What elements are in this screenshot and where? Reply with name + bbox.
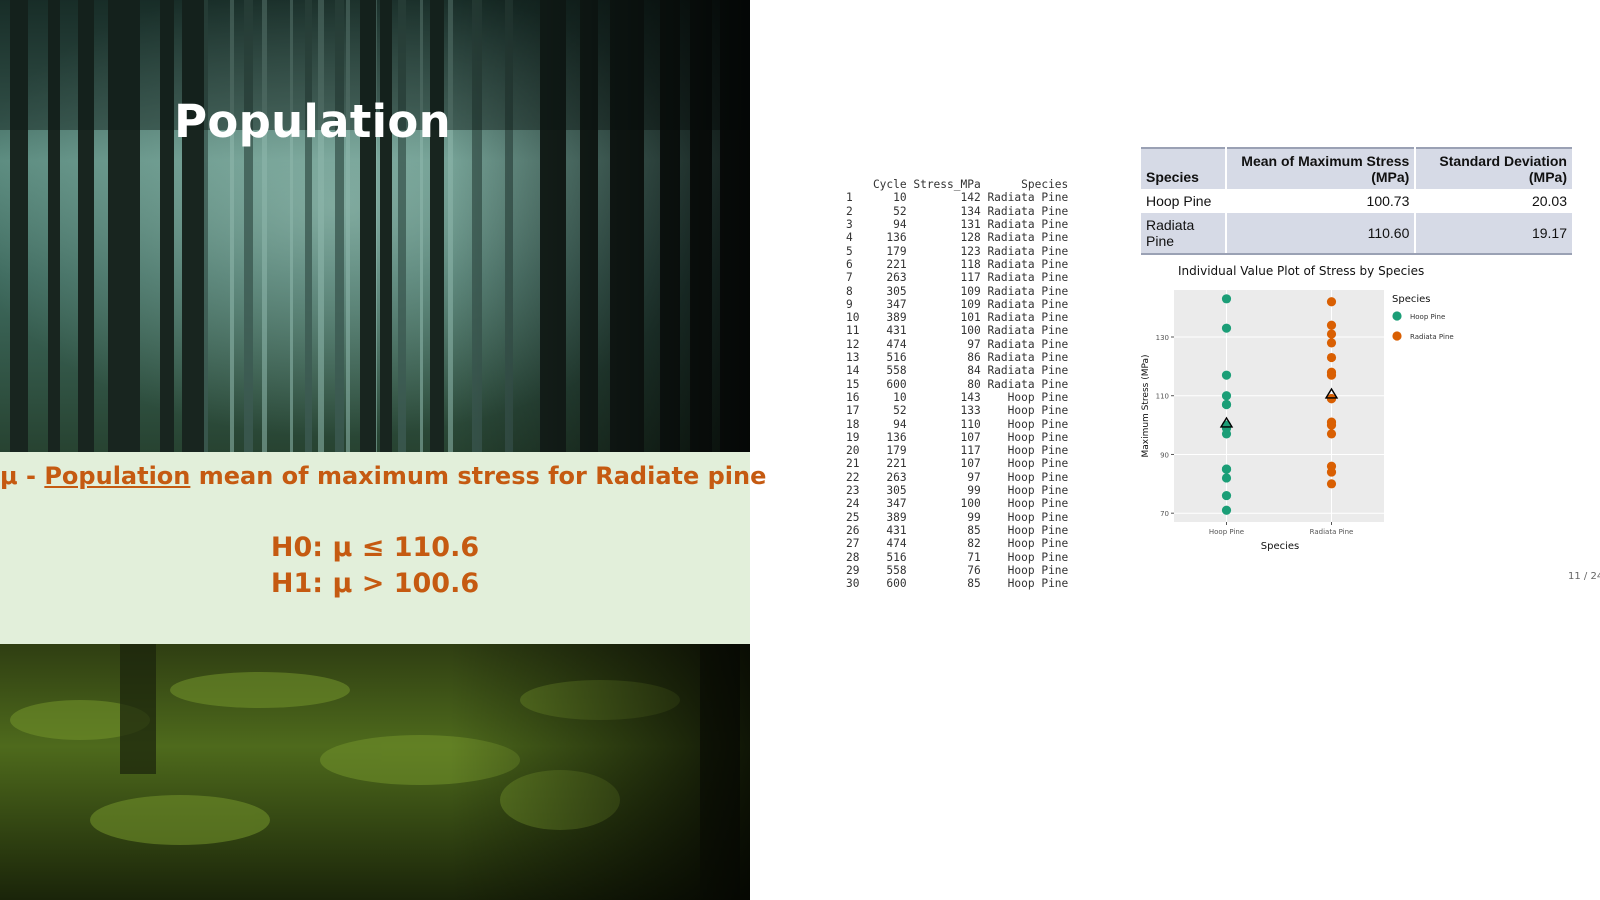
raw-table-row: 16 10 143 Hoop Pine — [846, 390, 1069, 404]
legend: Species Hoop Pine Radiata Pine — [1392, 294, 1454, 341]
mu-prefix: μ - — [0, 462, 45, 490]
raw-table-row: 19 136 107 Hoop Pine — [846, 430, 1069, 444]
summary-header-row: Species Mean of Maximum Stress (MPa) Sta… — [1141, 147, 1572, 189]
raw-table-row: 29 558 76 Hoop Pine — [846, 563, 1069, 577]
raw-table-row: 30 600 85 Hoop Pine — [846, 577, 1069, 591]
mean-header: Mean of Maximum Stress (MPa) — [1226, 147, 1417, 189]
data-point — [1221, 490, 1232, 501]
raw-table-row: 5 179 123 Radiata Pine — [846, 244, 1069, 258]
y-tick-label: 130 — [1156, 334, 1169, 342]
sd-cell: 19.17 — [1415, 213, 1572, 255]
data-point — [1326, 467, 1337, 477]
legend-marker — [1392, 331, 1402, 341]
raw-table-row: 22 263 97 Hoop Pine — [846, 470, 1069, 484]
summary-row: Hoop Pine 100.73 20.03 — [1141, 189, 1572, 213]
raw-table-row: 17 52 133 Hoop Pine — [846, 404, 1069, 418]
data-point — [1221, 370, 1232, 380]
chart-title: Individual Value Plot of Stress by Speci… — [1178, 264, 1424, 278]
raw-table-row: 4 136 128 Radiata Pine — [846, 231, 1069, 245]
raw-table-row: 26 431 85 Hoop Pine — [846, 523, 1069, 537]
raw-table-row: 1 10 142 Radiata Pine — [846, 191, 1069, 205]
plot-panel — [1174, 290, 1384, 522]
raw-table-row: 15 600 80 Radiata Pine — [846, 377, 1069, 391]
individual-value-plot: Individual Value Plot of Stress by Speci… — [1141, 264, 1454, 552]
raw-table-header: Cycle Stress_MPa Species — [872, 178, 1069, 192]
null-hypothesis: H0: μ ≤ 110.6 — [270, 532, 480, 563]
species-header: Species — [1141, 147, 1228, 189]
species-cell: Hoop Pine — [1141, 189, 1228, 213]
data-point — [1326, 352, 1337, 363]
data-point — [1326, 479, 1337, 489]
summary-row: Radiata Pine 110.60 19.17 — [1141, 213, 1572, 255]
alternative-hypothesis: H1: μ > 100.6 — [270, 568, 480, 599]
data-point — [1221, 391, 1232, 401]
x-tick-label: Hoop Pine — [1209, 528, 1244, 536]
raw-table-row: 3 94 131 Radiata Pine — [846, 218, 1069, 232]
data-point — [1326, 420, 1337, 430]
raw-table-row: 6 221 118 Radiata Pine — [846, 257, 1069, 271]
summary-table: Species Mean of Maximum Stress (MPa) Sta… — [1141, 147, 1572, 255]
sd-header: Standard Deviation (MPa) — [1415, 147, 1572, 189]
data-point — [1221, 399, 1232, 410]
data-point — [1221, 323, 1232, 333]
data-point — [1221, 505, 1232, 515]
raw-table-row: 28 516 71 Hoop Pine — [846, 550, 1069, 564]
page-number: 11 / 24 — [1568, 571, 1600, 582]
raw-table-row: 8 305 109 Radiata Pine — [846, 284, 1069, 298]
legend-label: Radiata Pine — [1410, 333, 1454, 341]
y-tick-label: 90 — [1160, 451, 1169, 459]
species-cell: Radiata Pine — [1141, 213, 1228, 255]
raw-table-row: 21 221 107 Hoop Pine — [846, 457, 1069, 471]
raw-table-row: 18 94 110 Hoop Pine — [846, 417, 1069, 431]
sd-cell: 20.03 — [1531, 193, 1567, 209]
x-axis-label: Species — [1261, 541, 1300, 552]
data-point — [1326, 329, 1337, 339]
data-point — [1221, 464, 1232, 474]
legend-title: Species — [1392, 294, 1431, 305]
legend-label: Hoop Pine — [1410, 313, 1445, 321]
mean-cell: 100.73 — [1226, 189, 1417, 213]
data-point — [1221, 423, 1232, 433]
data-point — [1326, 429, 1337, 439]
raw-table-row: 12 474 97 Radiata Pine — [846, 337, 1069, 351]
raw-table-row: 7 263 117 Radiata Pine — [846, 271, 1069, 285]
raw-table-row: 25 389 99 Hoop Pine — [846, 510, 1069, 524]
raw-table-row: 23 305 99 Hoop Pine — [846, 484, 1069, 498]
data-point — [1221, 473, 1232, 483]
raw-table-row: 24 347 100 Hoop Pine — [846, 497, 1069, 511]
slide-title: Population — [174, 95, 451, 148]
raw-table-row: 13 516 86 Radiata Pine — [846, 351, 1069, 365]
raw-table-row: 20 179 117 Hoop Pine — [846, 444, 1069, 458]
raw-table-row: 11 431 100 Radiata Pine — [846, 324, 1069, 338]
data-point — [1221, 294, 1232, 304]
raw-table-row: 9 347 109 Radiata Pine — [846, 297, 1069, 311]
raw-table-row: 27 474 82 Hoop Pine — [846, 537, 1069, 551]
mean-cell: 110.60 — [1226, 213, 1417, 255]
x-tick-label: Radiata Pine — [1310, 528, 1354, 536]
y-tick-label: 110 — [1156, 393, 1169, 401]
data-point — [1326, 338, 1337, 348]
raw-table-row: 14 558 84 Radiata Pine — [846, 364, 1069, 378]
data-point — [1326, 297, 1337, 307]
hypothesis-box: μ - Population mean of maximum stress fo… — [0, 452, 766, 644]
legend-marker — [1392, 311, 1402, 321]
raw-table-row: 2 52 134 Radiata Pine — [846, 204, 1069, 218]
y-tick-label: 70 — [1160, 510, 1169, 518]
raw-table-row: 10 389 101 Radiata Pine — [846, 311, 1069, 325]
data-point — [1326, 320, 1337, 330]
raw-data-table: Cycle Stress_MPa Species 1 10 142 Radiat… — [846, 178, 1068, 590]
parameter-definition: μ - Population mean of maximum stress fo… — [0, 462, 766, 490]
y-axis-label: Maximum Stress (MPa) — [1141, 354, 1151, 457]
data-point — [1326, 370, 1337, 380]
population-underlined: Population — [44, 462, 191, 490]
definition-text: mean of maximum stress for Radiate pine — [190, 462, 767, 490]
